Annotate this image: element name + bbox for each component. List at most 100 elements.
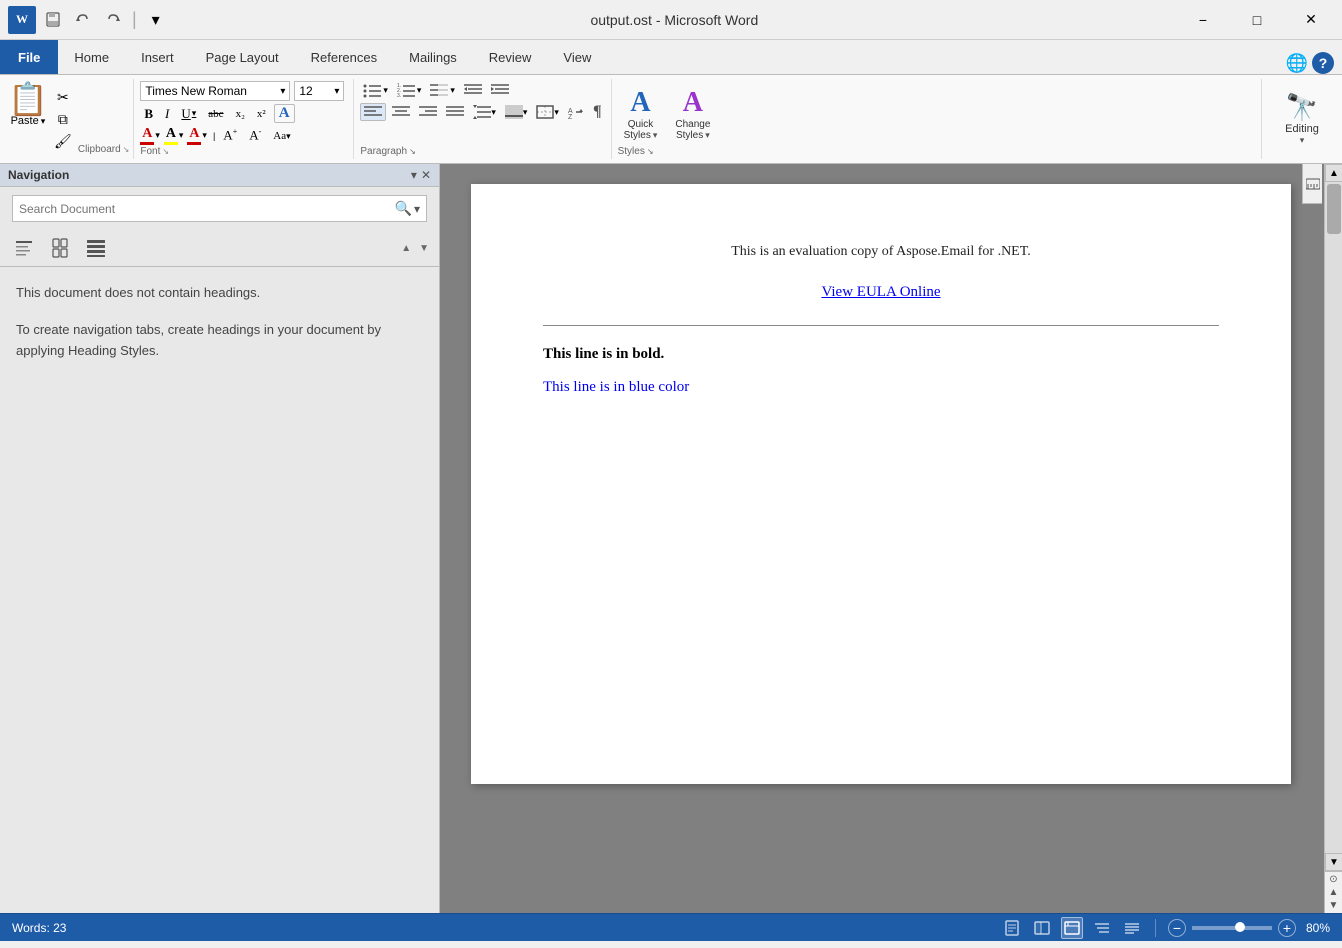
show-paragraph-button[interactable]: ¶ (590, 102, 605, 122)
nav-tab-headings[interactable] (8, 234, 40, 262)
zoom-slider[interactable] (1192, 926, 1272, 930)
scroll-up-button[interactable]: ▲ (1325, 164, 1342, 182)
document-page: This is an evaluation copy of Aspose.Ema… (471, 184, 1291, 784)
close-button[interactable]: ✕ (1288, 5, 1334, 35)
line-spacing-button[interactable]: ▾ (470, 104, 499, 120)
change-styles-label: Change (675, 119, 710, 130)
subscript-button[interactable]: x₂ (232, 107, 249, 121)
strikethrough-button[interactable]: abc (204, 107, 227, 121)
format-painter-button[interactable]: 🖌 (52, 131, 74, 151)
tab-file[interactable]: File (0, 40, 58, 74)
quick-access-dropdown[interactable]: ▾ (143, 7, 169, 33)
sort-button[interactable]: AZ (565, 104, 587, 120)
superscript-button[interactable]: x² (253, 107, 270, 121)
nav-next-button[interactable]: ▼ (417, 241, 431, 256)
tab-page-layout[interactable]: Page Layout (190, 40, 295, 74)
editing-button[interactable]: 🔭 Editing ▾ (1277, 88, 1327, 150)
editing-arrow: ▾ (1300, 135, 1305, 146)
status-divider (1155, 919, 1156, 937)
increase-indent-button[interactable] (488, 82, 512, 98)
ruler-toggle-button[interactable] (1302, 164, 1322, 204)
font-group: Times New Roman ▾ 12 ▾ B I U ▾ abc x₂ x²… (134, 79, 354, 159)
editing-group: 🔭 Editing ▾ (1262, 79, 1342, 159)
clear-format-button[interactable]: A (274, 104, 295, 123)
nav-search-box[interactable]: 🔍 ▾ (12, 195, 427, 222)
font-expand[interactable]: ↘ (162, 147, 169, 156)
change-case-button[interactable]: Aa▾ (269, 129, 294, 143)
paste-button[interactable]: 📋 Paste ▾ (4, 81, 52, 157)
borders-button[interactable]: ▾ (533, 104, 562, 120)
styles-expand[interactable]: ↘ (647, 147, 654, 156)
shrink-font-button[interactable]: A- (245, 126, 265, 144)
maximize-button[interactable]: □ (1234, 5, 1280, 35)
cut-button[interactable]: ✂ (52, 87, 74, 107)
font-size-select[interactable]: 12 ▾ (294, 81, 344, 101)
window-title: output.ost - Microsoft Word (169, 12, 1180, 28)
align-left-button[interactable] (360, 103, 386, 121)
zoom-in-button[interactable]: + (1278, 919, 1296, 937)
redo-button[interactable] (100, 7, 126, 33)
change-styles-button[interactable]: A Change Styles ▾ (669, 85, 716, 143)
underline-button[interactable]: U ▾ (177, 105, 200, 123)
multilevel-list-button[interactable]: ▾ (427, 81, 458, 99)
font-row1: Times New Roman ▾ 12 ▾ (140, 81, 347, 101)
document-divider (543, 325, 1219, 326)
minimize-button[interactable]: − (1180, 5, 1226, 35)
nav-close-button[interactable]: ✕ (421, 168, 431, 182)
undo-button[interactable] (70, 7, 96, 33)
tab-home[interactable]: Home (58, 40, 125, 74)
numbered-list-button[interactable]: 1.2.3. ▾ (394, 81, 425, 99)
tab-view[interactable]: View (547, 40, 607, 74)
draft-view-button[interactable] (1121, 917, 1143, 939)
clipboard-label: Clipboard (78, 144, 121, 155)
tab-review[interactable]: Review (473, 40, 548, 74)
grow-font-button[interactable]: A+ (219, 126, 241, 144)
text-color-button[interactable]: A ▾ (187, 126, 207, 145)
help-icon[interactable]: ? (1312, 52, 1334, 74)
navigation-panel: Navigation ▾ ✕ 🔍 ▾ (0, 164, 440, 913)
justify-button[interactable] (443, 104, 467, 120)
zoom-slider-thumb[interactable] (1235, 922, 1245, 932)
next-page-button[interactable]: ▼ (1329, 900, 1339, 911)
search-icon[interactable]: 🔍 (395, 200, 412, 217)
nav-dropdown-button[interactable]: ▾ (411, 168, 417, 182)
bold-button[interactable]: B (140, 105, 157, 123)
copy-button[interactable]: ⧉ (52, 109, 74, 129)
zoom-out-button[interactable]: − (1168, 919, 1186, 937)
help-cloud-icon[interactable]: 🌐 (1286, 53, 1308, 74)
web-layout-button[interactable] (1061, 917, 1083, 939)
font-color-button[interactable]: A ▾ (140, 126, 160, 145)
tab-insert[interactable]: Insert (125, 40, 190, 74)
clipboard-expand[interactable]: ↘ (123, 145, 130, 154)
shading-button[interactable]: ▾ (502, 104, 531, 120)
outline-view-button[interactable] (1091, 917, 1113, 939)
nav-tab-pages[interactable] (44, 234, 76, 262)
scrollbar-vertical[interactable]: ▲ ▼ ⊙ ▲ ▼ (1324, 164, 1342, 913)
bullet-list-button[interactable]: ▾ (360, 81, 391, 99)
print-layout-button[interactable] (1001, 917, 1023, 939)
save-quick-button[interactable] (40, 7, 66, 33)
nav-tab-results[interactable] (80, 234, 112, 262)
align-center-button[interactable] (389, 104, 413, 120)
align-right-button[interactable] (416, 104, 440, 120)
highlight-color-button[interactable]: A ▾ (164, 126, 184, 145)
scroll-down-button[interactable]: ▼ (1325, 853, 1342, 871)
italic-button[interactable]: I (161, 105, 173, 123)
tab-mailings[interactable]: Mailings (393, 40, 473, 74)
title-bar-left: W | ▾ (8, 6, 169, 34)
paragraph-expand[interactable]: ↘ (409, 147, 416, 156)
search-input[interactable] (19, 202, 395, 216)
eula-link[interactable]: View EULA Online (543, 284, 1219, 301)
search-dropdown[interactable]: ▾ (414, 202, 420, 216)
decrease-indent-button[interactable] (461, 82, 485, 98)
scroll-select-button[interactable]: ⊙ (1329, 874, 1337, 885)
nav-prev-button[interactable]: ▲ (399, 241, 413, 256)
prev-page-button[interactable]: ▲ (1329, 887, 1339, 898)
blue-line: This line is in blue color (543, 379, 1219, 396)
zoom-level: 80% (1306, 921, 1330, 935)
full-reading-button[interactable] (1031, 917, 1053, 939)
quick-styles-button[interactable]: A Quick Styles ▾ (618, 85, 664, 143)
font-name-select[interactable]: Times New Roman ▾ (140, 81, 290, 101)
tab-references[interactable]: References (295, 40, 393, 74)
scroll-thumb[interactable] (1327, 184, 1341, 234)
